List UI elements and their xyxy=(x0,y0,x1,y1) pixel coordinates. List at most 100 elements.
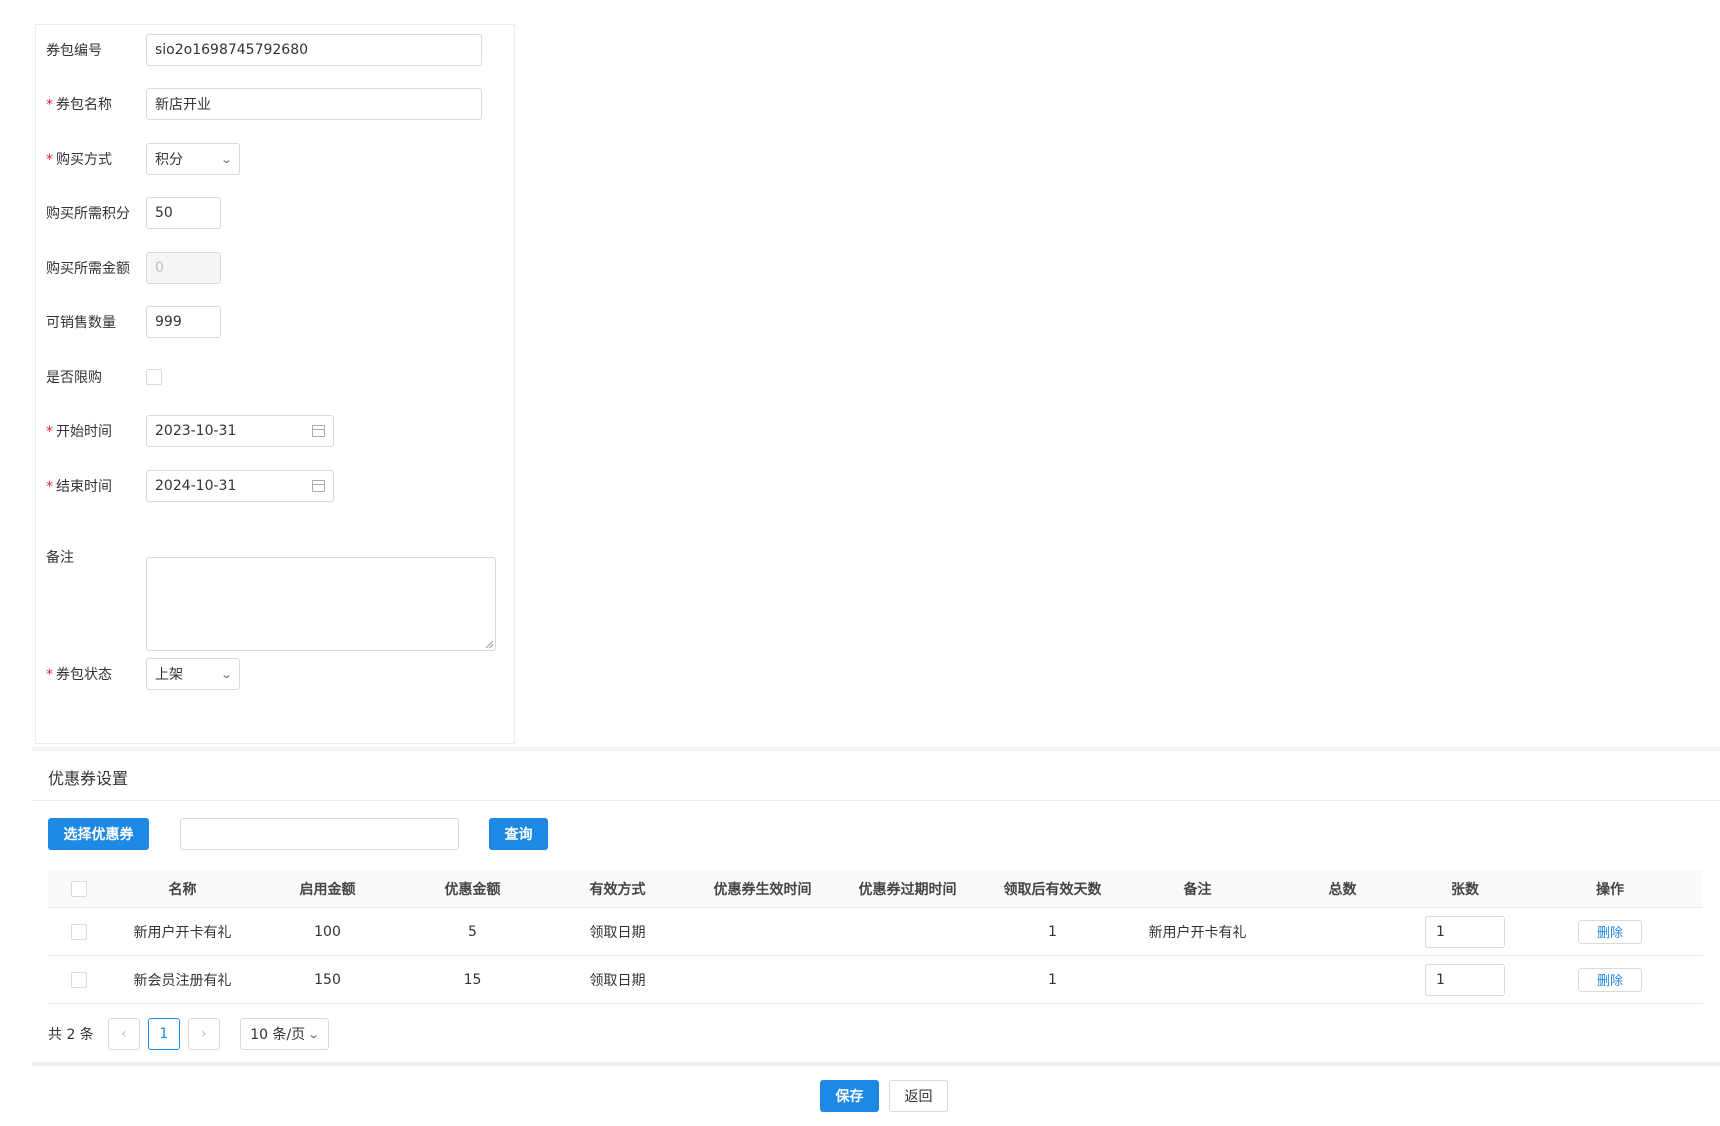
cell-start-time xyxy=(690,908,835,955)
col-action: 操作 xyxy=(1596,881,1624,898)
required-mark: * xyxy=(46,424,53,440)
code-value: sio2o1698745792680 xyxy=(155,42,309,58)
qty-input[interactable]: 1 xyxy=(1425,915,1505,948)
save-button[interactable]: 保存 xyxy=(820,1080,879,1112)
col-start-time: 优惠券生效时间 xyxy=(713,881,812,898)
row-points: 购买所需积分 50 xyxy=(46,197,221,229)
status-select[interactable]: 上架 ⌄ xyxy=(146,658,240,690)
coupon-package-form: 券包编号 sio2o1698745792680 * 券包名称 新店开业 * 购买方式… xyxy=(35,24,515,744)
chevron-down-icon: ⌄ xyxy=(307,1027,321,1041)
amount-label: 购买所需金额 xyxy=(46,261,130,277)
cell-qty: 1 xyxy=(1415,908,1515,955)
cell-total xyxy=(1270,956,1415,1003)
buy-method-select[interactable]: 积分 ⌄ xyxy=(146,143,240,175)
row-buy-method: * 购买方式 积分 ⌄ xyxy=(46,143,240,175)
pagination-total: 共 2 条 xyxy=(48,1027,94,1043)
required-mark: * xyxy=(46,479,53,495)
prev-page-button[interactable]: ‹ xyxy=(107,1018,140,1050)
row-limit: 是否限购 xyxy=(46,361,162,393)
end-label: * 结束时间 xyxy=(46,479,112,495)
required-mark: * xyxy=(46,152,53,168)
cell-name: 新会员注册有礼 xyxy=(133,972,232,989)
cell-action: 删除 xyxy=(1515,956,1705,1003)
header-select-all xyxy=(48,870,110,907)
page: 券包编号 sio2o1698745792680 * 券包名称 新店开业 * 购买方式… xyxy=(0,0,1720,1126)
required-mark: * xyxy=(46,97,53,113)
amount-value: 0 xyxy=(155,260,164,276)
cell-valid-days: 1 xyxy=(1048,971,1057,988)
qty-input[interactable]: 1 xyxy=(1425,963,1505,996)
row-checkbox[interactable] xyxy=(71,923,87,940)
chevron-right-icon: › xyxy=(201,1026,207,1042)
points-input[interactable]: 50 xyxy=(146,197,221,229)
code-input[interactable]: sio2o1698745792680 xyxy=(146,34,482,66)
cell-valid-mode: 领取日期 xyxy=(589,924,646,941)
cell-remark xyxy=(1125,956,1270,1003)
col-qty: 张数 xyxy=(1451,881,1479,898)
section-divider xyxy=(32,747,1720,751)
col-valid-days: 领取后有效天数 xyxy=(1003,881,1102,898)
status-label: * 券包状态 xyxy=(46,667,112,683)
section-title-divider xyxy=(32,800,1720,801)
row-end: * 结束时间 2024-10-31 xyxy=(46,470,334,502)
amount-input: 0 xyxy=(146,252,221,284)
delete-button[interactable]: 删除 xyxy=(1578,919,1642,944)
back-button[interactable]: 返回 xyxy=(889,1080,948,1112)
pagination: 共 2 条 ‹ 1 › 10 条/页 ⌄ xyxy=(48,1018,329,1050)
remark-label: 备注 xyxy=(46,550,74,566)
query-button[interactable]: 查询 xyxy=(489,818,548,850)
table-header: 名称 启用金额 优惠金额 有效方式 优惠券生效时间 优惠券过期时间 领取后有效天… xyxy=(48,870,1703,908)
name-label: * 券包名称 xyxy=(46,97,112,113)
row-status: * 券包状态 上架 ⌄ xyxy=(46,658,240,690)
col-expire-time: 优惠券过期时间 xyxy=(858,881,957,898)
page-size-select[interactable]: 10 条/页 ⌄ xyxy=(239,1018,329,1050)
col-name: 名称 xyxy=(168,881,197,898)
chevron-down-icon: ⌄ xyxy=(219,667,233,681)
cell-total xyxy=(1270,908,1415,955)
select-coupon-button[interactable]: 选择优惠券 xyxy=(48,818,149,850)
col-total: 总数 xyxy=(1328,881,1357,898)
footer-divider xyxy=(32,1062,1720,1066)
remark-textarea[interactable] xyxy=(146,557,496,651)
page-number-button[interactable]: 1 xyxy=(147,1018,180,1050)
cell-expire-time xyxy=(835,956,980,1003)
coupon-table: 名称 启用金额 优惠金额 有效方式 优惠券生效时间 优惠券过期时间 领取后有效天… xyxy=(48,870,1703,1004)
row-select-cell xyxy=(48,908,110,955)
row-amount: 购买所需金额 0 xyxy=(46,252,221,284)
row-sale-qty: 可销售数量 999 xyxy=(46,306,221,338)
row-remark: 备注 xyxy=(46,541,146,573)
next-page-button[interactable]: › xyxy=(187,1018,220,1050)
name-input[interactable]: 新店开业 xyxy=(146,88,482,120)
start-label: * 开始时间 xyxy=(46,424,112,440)
select-all-checkbox[interactable] xyxy=(71,880,87,897)
cell-name: 新用户开卡有礼 xyxy=(133,924,232,941)
calendar-icon xyxy=(312,480,325,492)
row-code: 券包编号 sio2o1698745792680 xyxy=(46,34,482,66)
buy-method-value: 积分 xyxy=(155,152,183,168)
cell-action: 删除 xyxy=(1515,908,1705,955)
end-date-picker[interactable]: 2024-10-31 xyxy=(146,470,334,502)
row-start: * 开始时间 2023-10-31 xyxy=(46,415,334,447)
col-enable-amount: 启用金额 xyxy=(299,881,356,898)
table-row: 新用户开卡有礼 100 5 领取日期 1 新用户开卡有礼 1 删除 xyxy=(48,908,1703,956)
status-value: 上架 xyxy=(155,667,183,683)
cell-start-time xyxy=(690,956,835,1003)
limit-checkbox[interactable] xyxy=(146,369,162,385)
cell-enable-amount: 100 xyxy=(314,923,341,940)
page-size-value: 10 条/页 xyxy=(250,1027,306,1043)
cell-enable-amount: 150 xyxy=(314,971,341,988)
cell-valid-days: 1 xyxy=(1048,923,1057,940)
required-mark: * xyxy=(46,667,53,683)
points-label: 购买所需积分 xyxy=(46,206,130,222)
points-value: 50 xyxy=(155,205,173,221)
row-checkbox[interactable] xyxy=(71,971,87,988)
coupon-search-input[interactable] xyxy=(180,818,459,850)
cell-qty: 1 xyxy=(1415,956,1515,1003)
table-row: 新会员注册有礼 150 15 领取日期 1 1 删除 xyxy=(48,956,1703,1004)
sale-qty-input[interactable]: 999 xyxy=(146,306,221,338)
col-discount: 优惠金额 xyxy=(444,881,501,898)
cell-remark: 新用户开卡有礼 xyxy=(1148,924,1247,941)
row-select-cell xyxy=(48,956,110,1003)
delete-button[interactable]: 删除 xyxy=(1578,967,1642,992)
start-date-picker[interactable]: 2023-10-31 xyxy=(146,415,334,447)
